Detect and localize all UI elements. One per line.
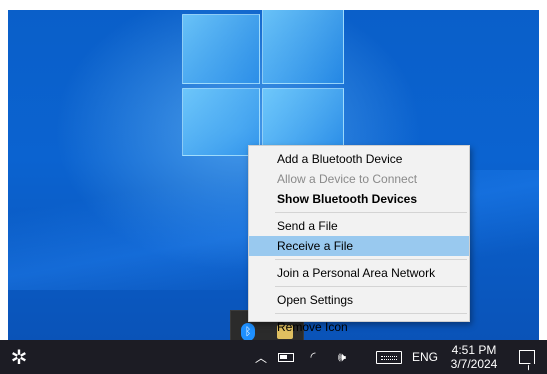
- menu-item-receive-file[interactable]: Receive a File: [249, 236, 469, 256]
- settings-gear-icon[interactable]: ✲: [4, 340, 34, 374]
- menu-item-show-bluetooth-devices[interactable]: Show Bluetooth Devices: [249, 189, 469, 209]
- menu-item-open-settings[interactable]: Open Settings: [249, 290, 469, 310]
- screenshot-frame: ᛒ Add a Bluetooth Device Allow a Device …: [0, 0, 547, 374]
- menu-separator: [275, 286, 467, 287]
- wifi-icon[interactable]: ◜: [302, 340, 324, 374]
- menu-separator: [275, 313, 467, 314]
- battery-shape: [278, 352, 294, 362]
- menu-item-join-personal-area-network[interactable]: Join a Personal Area Network: [249, 263, 469, 283]
- volume-icon[interactable]: 🕪: [330, 340, 354, 374]
- clock[interactable]: 4:51 PM 3/7/2024: [444, 340, 504, 374]
- action-center-icon[interactable]: [512, 340, 542, 374]
- touch-keyboard-icon[interactable]: [372, 340, 406, 374]
- menu-separator: [275, 212, 467, 213]
- clock-time: 4:51 PM: [451, 343, 497, 357]
- menu-item-send-file[interactable]: Send a File: [249, 216, 469, 236]
- battery-icon[interactable]: [276, 340, 296, 374]
- menu-item-allow-device-to-connect: Allow a Device to Connect: [277, 172, 418, 186]
- taskbar: ✲ ︿ ◜ 🕪 ENG 4:51 PM 3/7/2024: [0, 340, 547, 374]
- menu-item-add-bluetooth-device[interactable]: Add a Bluetooth Device: [249, 149, 469, 169]
- input-language-indicator[interactable]: ENG: [408, 340, 442, 374]
- show-hidden-icons-chevron-icon[interactable]: ︿: [252, 340, 270, 374]
- windows-logo-pane: [182, 14, 260, 84]
- windows-logo-pane: [262, 10, 344, 84]
- menu-item-remove-icon[interactable]: Remove Icon: [249, 317, 469, 337]
- clock-date: 3/7/2024: [450, 357, 498, 371]
- notification-shape: [519, 350, 535, 364]
- keyboard-shape: [376, 350, 402, 364]
- bluetooth-context-menu: Add a Bluetooth Device Allow a Device to…: [248, 145, 470, 334]
- menu-separator: [275, 259, 467, 260]
